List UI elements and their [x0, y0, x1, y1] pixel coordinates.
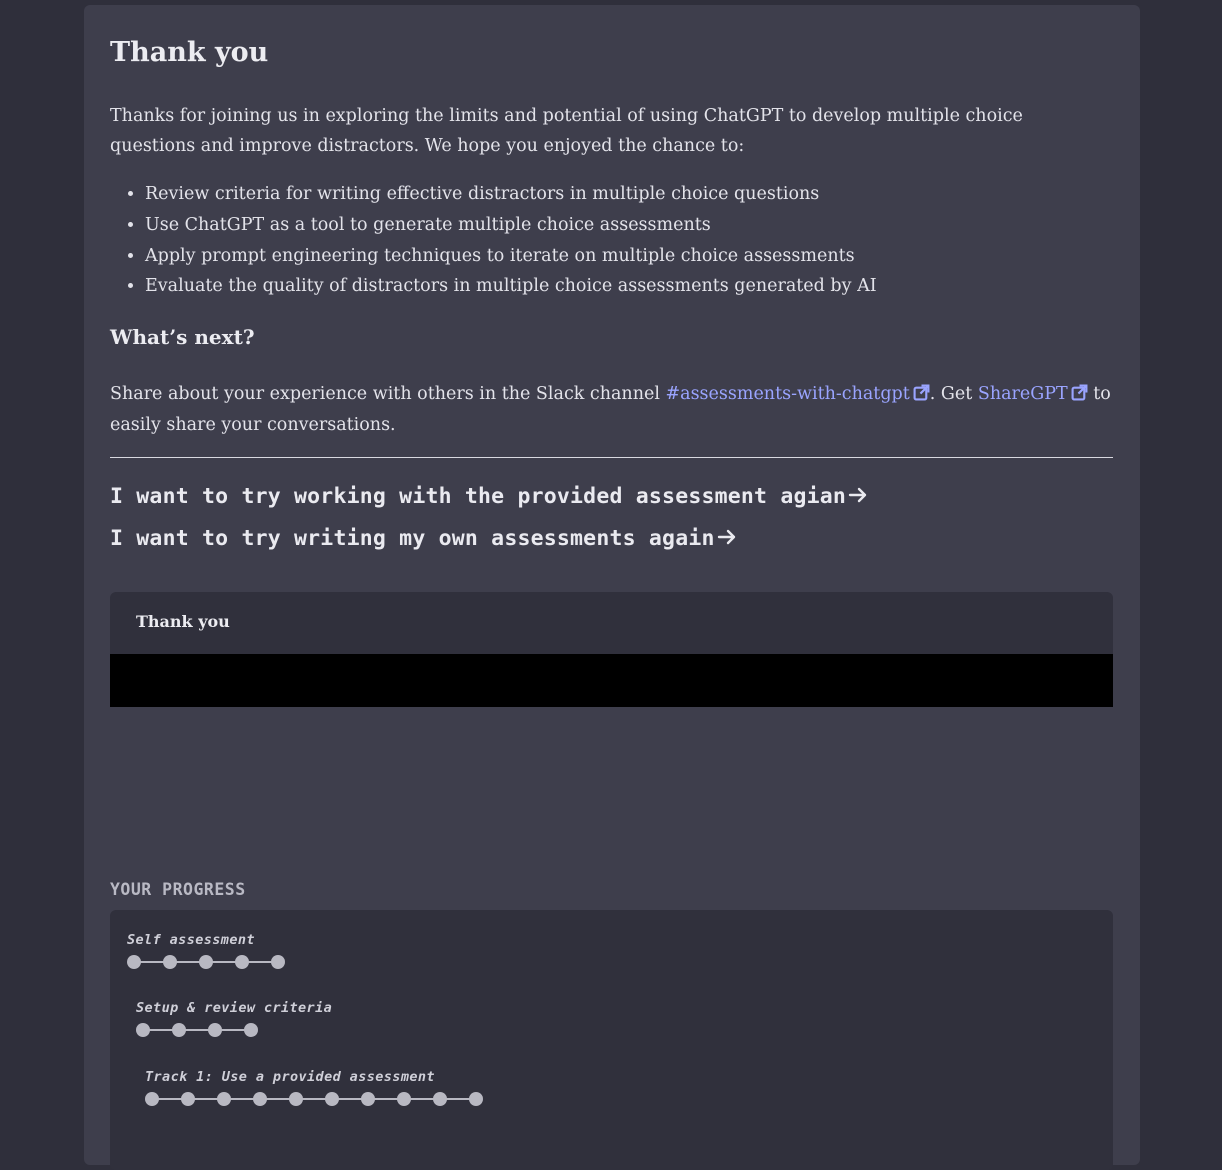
step-dot[interactable]	[199, 955, 213, 969]
video-player[interactable]	[110, 654, 1113, 707]
step-dot[interactable]	[325, 1092, 339, 1106]
step-dot[interactable]	[433, 1092, 447, 1106]
step-dot[interactable]	[469, 1092, 483, 1106]
progress-heading: YOUR PROGRESS	[110, 880, 246, 899]
step-dot[interactable]	[244, 1023, 258, 1037]
share-text-middle: . Get	[929, 384, 978, 404]
step-dot[interactable]	[397, 1092, 411, 1106]
progress-track: Track 1: Use a provided assessment	[145, 1069, 483, 1107]
list-item: Evaluate the quality of distractors in m…	[145, 271, 877, 302]
page-title: Thank you	[110, 37, 269, 68]
divider	[110, 457, 1113, 458]
step-dot[interactable]	[253, 1092, 267, 1106]
track-steps	[145, 1091, 483, 1107]
track-steps	[136, 1022, 258, 1038]
step-connector	[142, 1029, 250, 1031]
track-name: Track 1: Use a provided assessment	[145, 1069, 435, 1085]
external-link-icon	[1071, 384, 1088, 401]
video-card: Thank you	[110, 592, 1113, 707]
track-name: Self assessment	[127, 932, 255, 948]
step-dot[interactable]	[217, 1092, 231, 1106]
list-item: Use ChatGPT as a tool to generate multip…	[145, 210, 877, 241]
list-item: Review criteria for writing effective di…	[145, 179, 877, 210]
retry-provided-assessment-link[interactable]: I want to try working with the provided …	[110, 484, 868, 509]
share-paragraph: Share about your experience with others …	[110, 379, 1113, 441]
arrow-right-icon	[717, 529, 735, 545]
arrow-right-icon	[848, 487, 867, 503]
slack-channel-link-label: #assessments-with-chatgpt	[665, 384, 910, 404]
progress-panel: Self assessment Setup & review criteria …	[110, 910, 1113, 1170]
retry-own-assessments-link[interactable]: I want to try writing my own assessments…	[110, 526, 737, 551]
step-dot[interactable]	[181, 1092, 195, 1106]
sharegpt-link-label: ShareGPT	[977, 384, 1068, 404]
step-dot[interactable]	[271, 955, 285, 969]
step-dot[interactable]	[163, 955, 177, 969]
slack-channel-link[interactable]: #assessments-with-chatgpt	[665, 384, 930, 404]
goals-list: Review criteria for writing effective di…	[110, 179, 877, 302]
step-dot[interactable]	[172, 1023, 186, 1037]
retry-provided-assessment-label: I want to try working with the provided …	[110, 484, 847, 509]
progress-track: Setup & review criteria	[136, 1000, 332, 1038]
track-steps	[127, 954, 285, 970]
retry-own-assessments-label: I want to try writing my own assessments…	[110, 526, 715, 551]
step-dot[interactable]	[361, 1092, 375, 1106]
step-dot[interactable]	[289, 1092, 303, 1106]
step-dot[interactable]	[127, 955, 141, 969]
external-link-icon	[913, 384, 930, 401]
step-dot[interactable]	[208, 1023, 222, 1037]
list-item: Apply prompt engineering techniques to i…	[145, 241, 877, 272]
step-connector	[151, 1098, 475, 1100]
video-title: Thank you	[136, 612, 230, 631]
step-dot[interactable]	[136, 1023, 150, 1037]
content-panel: Thank you Thanks for joining us in explo…	[84, 5, 1140, 1170]
sharegpt-link[interactable]: ShareGPT	[978, 384, 1088, 404]
whats-next-heading: What’s next?	[110, 325, 255, 349]
step-dot[interactable]	[235, 955, 249, 969]
step-dot[interactable]	[145, 1092, 159, 1106]
share-text-before: Share about your experience with others …	[110, 384, 666, 404]
track-name: Setup & review criteria	[136, 1000, 333, 1016]
progress-track: Self assessment	[127, 932, 285, 970]
intro-paragraph: Thanks for joining us in exploring the l…	[110, 106, 1023, 156]
